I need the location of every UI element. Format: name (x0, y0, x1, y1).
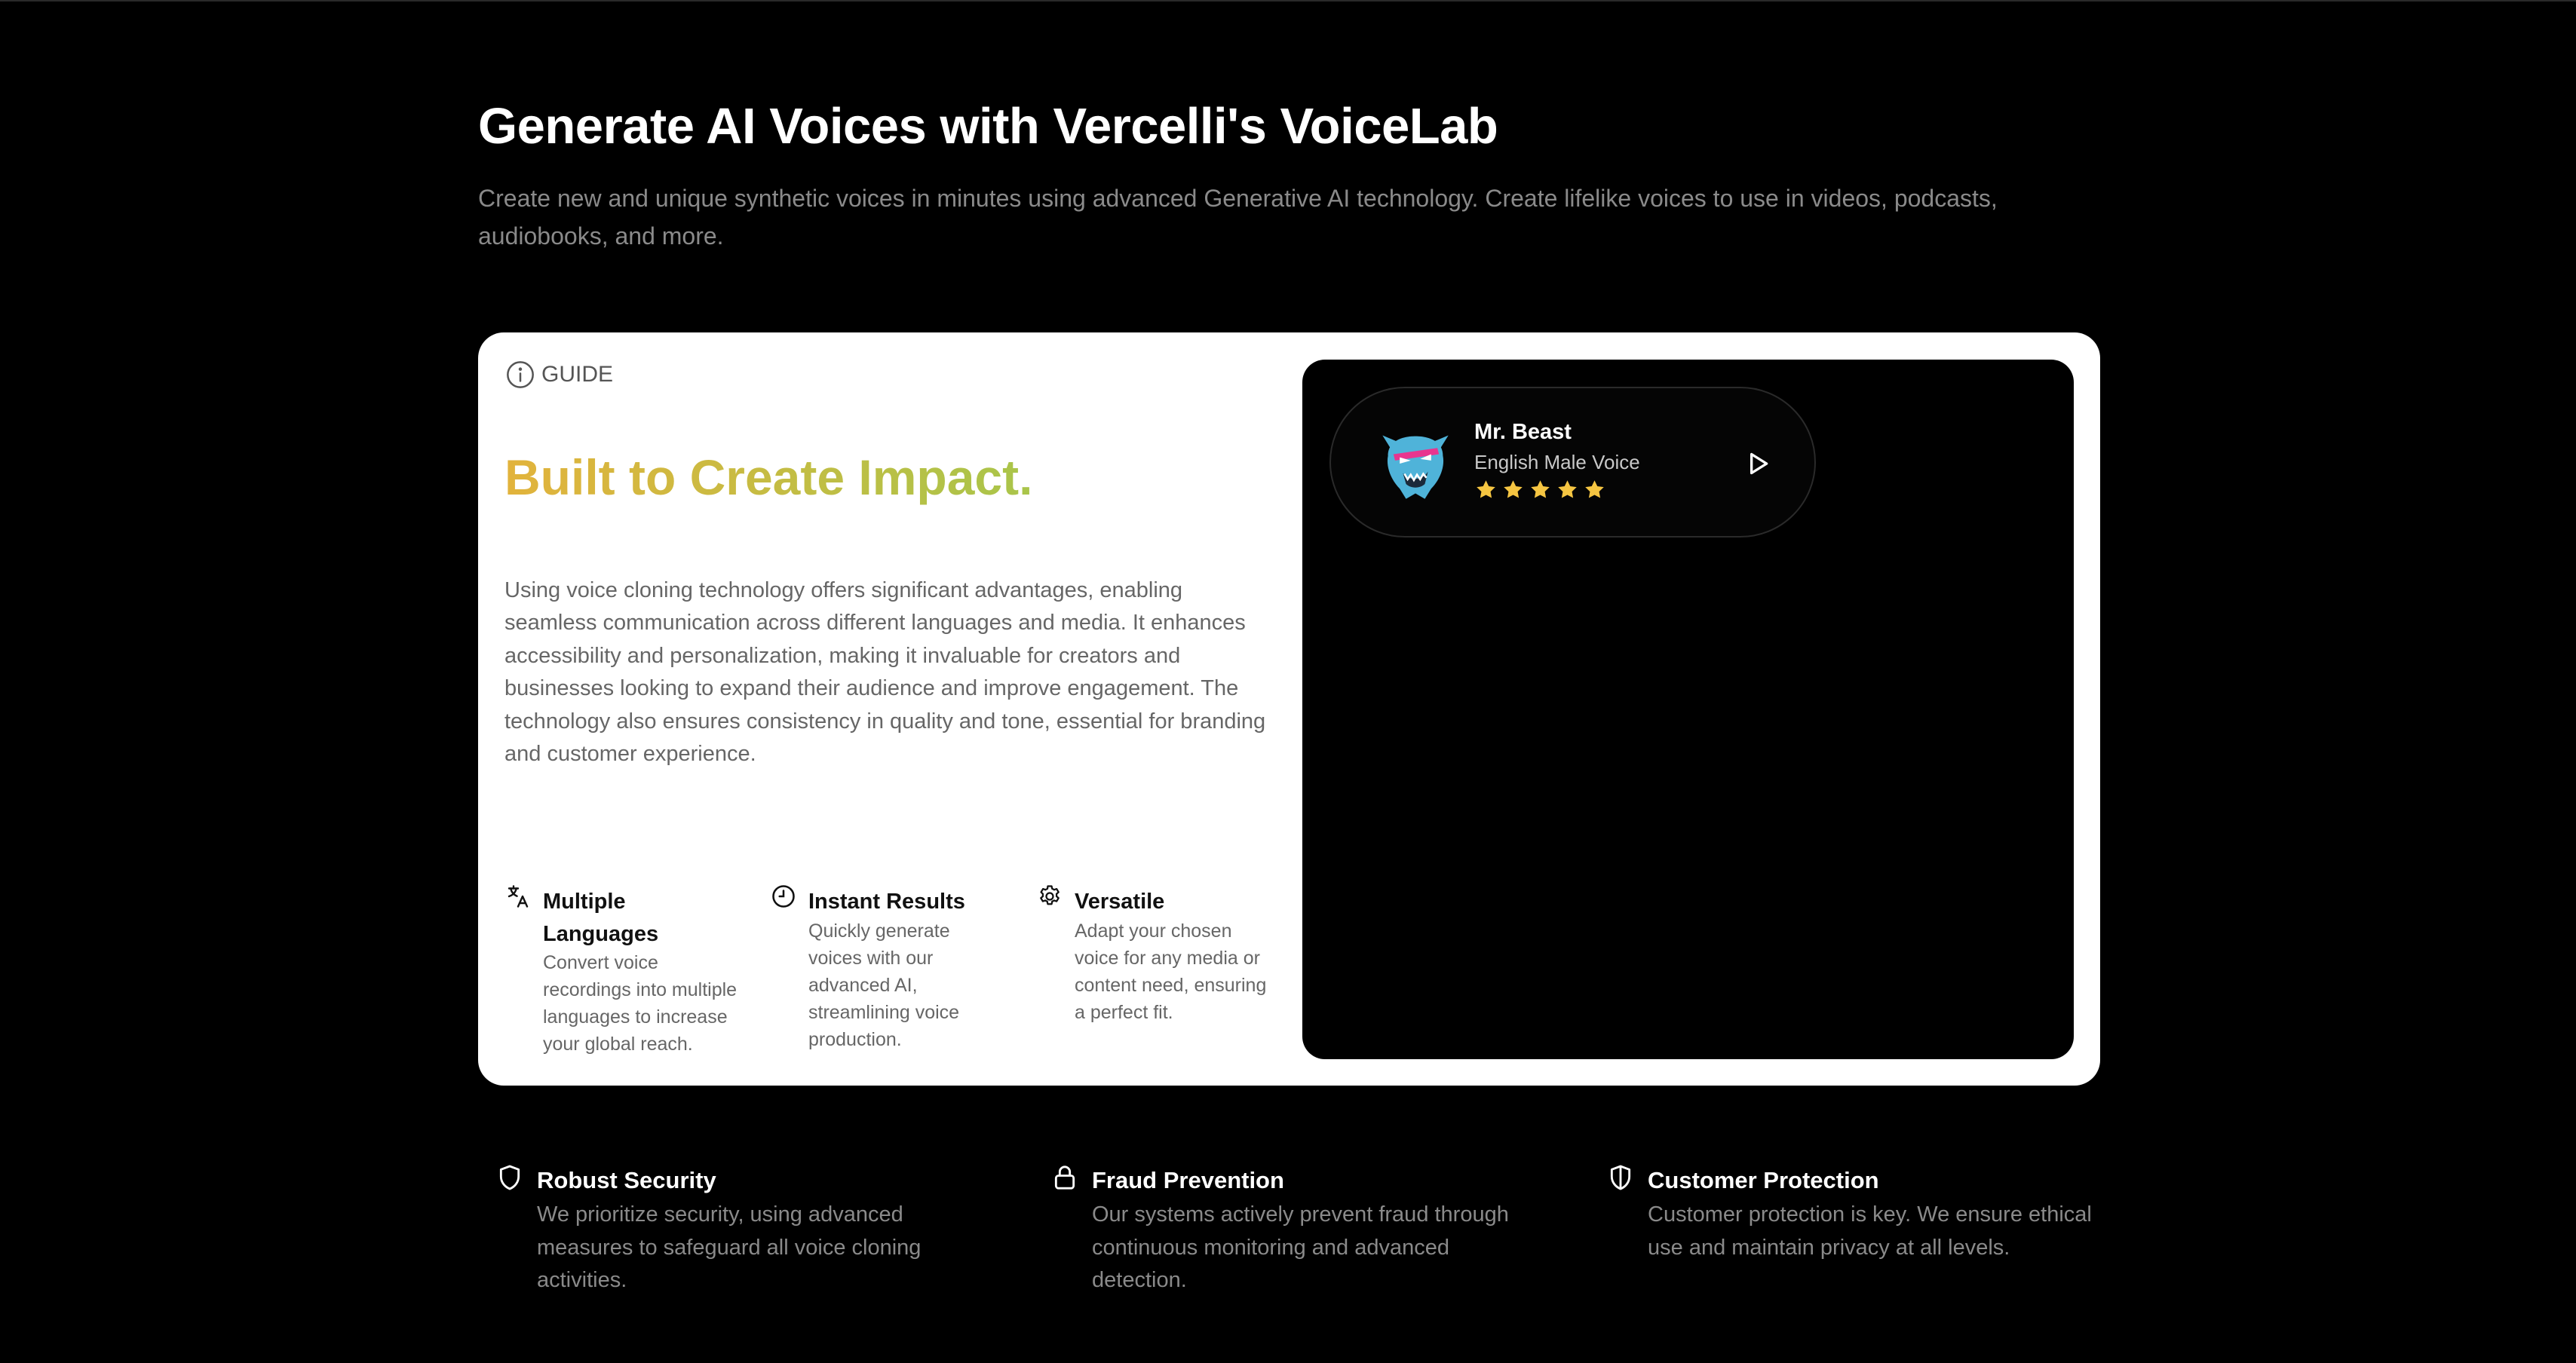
star-icon (1477, 480, 1495, 498)
lock-icon (1054, 1165, 1075, 1190)
guide-card: GUIDE Built to Create Impact. Using voic… (478, 332, 2100, 1086)
feature-text: Our systems actively prevent fraud throu… (1092, 1202, 1509, 1292)
feature-title: Instant Results (808, 890, 965, 914)
feature-title: Multiple Languages (543, 890, 659, 946)
feature-text: We prioritize security, using advanced m… (537, 1202, 922, 1292)
guide-badge: GUIDE (505, 360, 613, 390)
page: Generate AI Voices with Vercelli's Voice… (0, 0, 2576, 1363)
star-icon (1558, 480, 1577, 498)
gear-icon (1040, 885, 1060, 905)
impact-heading: Built to Create Impact. (504, 447, 1032, 507)
feature-text: Customer protection is key. We ensure et… (1648, 1202, 2092, 1260)
feature-title: Fraud Prevention (1092, 1167, 1284, 1193)
feature-text: Quickly generate voices with our advance… (808, 920, 960, 1050)
voice-name: Mr. Beast (1474, 420, 1572, 444)
guide-label: GUIDE (541, 362, 614, 387)
info-circle-icon (507, 361, 534, 388)
voice-card[interactable]: Mr. Beast English Male Voice (1329, 387, 1816, 538)
feature-text: Adapt your chosen voice for any media or… (1075, 920, 1267, 1023)
beast-logo-icon (1382, 435, 1449, 499)
page-subtitle: Create new and unique synthetic voices i… (478, 185, 1998, 250)
clock-icon (772, 885, 795, 908)
feature-title: Robust Security (537, 1167, 716, 1193)
feature-text: Convert voice recordings into multiple l… (543, 952, 738, 1055)
impact-description: Using voice cloning technology offers si… (504, 578, 1266, 767)
page-title: Generate AI Voices with Vercelli's Voice… (478, 98, 1498, 155)
play-icon[interactable] (1743, 449, 1773, 479)
voice-description: English Male Voice (1474, 451, 1640, 473)
star-rating (1474, 478, 1606, 501)
star-icon (1531, 480, 1550, 498)
translate-icon (508, 885, 529, 908)
feature-title: Customer Protection (1648, 1167, 1879, 1193)
star-icon (1504, 480, 1523, 498)
shield-half-icon (1610, 1165, 1631, 1190)
feature-title: Versatile (1075, 890, 1165, 914)
voice-preview-panel: Mr. Beast English Male Voice (1302, 360, 2074, 1059)
shield-icon (499, 1165, 520, 1190)
star-icon (1585, 480, 1604, 498)
